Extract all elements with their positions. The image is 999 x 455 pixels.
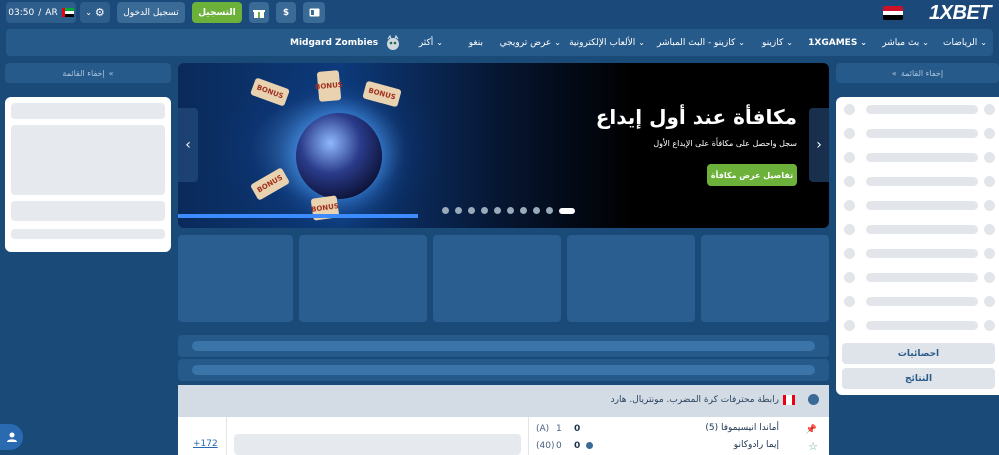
nav-1xgames[interactable]: 1XGAMES ⌄ [808, 29, 867, 56]
chevron-down-icon: ⌄ [738, 38, 745, 47]
nav-featured-game[interactable]: Midgard Zombies [290, 29, 401, 56]
odds-loading [234, 434, 521, 455]
brand-logo[interactable]: 1XBET [929, 2, 991, 25]
carousel-dot[interactable] [533, 207, 540, 214]
stats-button[interactable]: احصائيات [842, 343, 995, 364]
zombie-icon [387, 34, 400, 50]
deposit-button[interactable]: $ [276, 2, 296, 23]
canada-flag-icon [783, 395, 795, 405]
carousel-dot[interactable] [494, 207, 501, 214]
login-button[interactable]: تسجيل الدخول [117, 2, 185, 23]
nav-sports[interactable]: الرياضات ⌄ [943, 29, 987, 56]
nav-esports[interactable]: الألعاب الإلكترونية ⌄ [569, 29, 645, 56]
chevron-down-icon: ⌄ [85, 8, 92, 17]
promo-banner[interactable]: BONUS BONUS BONUS BONUS BONUS مكافأة عند… [178, 63, 829, 228]
team-2-points: (40) [536, 441, 555, 451]
carousel-dot[interactable] [481, 207, 488, 214]
uae-flag-icon [61, 8, 74, 17]
loading-bar [178, 359, 829, 381]
star-icon[interactable]: ☆ [808, 440, 818, 453]
promo-card[interactable] [701, 235, 829, 322]
team-1-points: (A) [536, 424, 550, 434]
carousel-dot[interactable] [468, 207, 475, 214]
promo-card[interactable] [178, 235, 293, 322]
carousel-dot[interactable] [546, 207, 553, 214]
card-icon[interactable] [303, 2, 325, 23]
chevron-left-icon: ‹ [185, 137, 191, 153]
carousel-dot[interactable] [507, 207, 514, 214]
pin-icon[interactable]: 📌 [806, 425, 817, 435]
register-button[interactable]: التسجيل [192, 2, 242, 23]
right-panel: احصائيات النتائج [836, 97, 999, 395]
soccer-ball-image [296, 113, 382, 199]
chevron-down-icon: ⌄ [860, 38, 867, 47]
team-2-name: إيما رادوكانو [733, 440, 779, 450]
league-header[interactable]: رابطة محترفات كرة المضرب. مونتريال. هارد [178, 385, 829, 417]
team-1-name: أماندا انيسيموفا (5) [705, 423, 779, 433]
chevron-down-icon: ⌄ [922, 38, 929, 47]
serve-indicator-icon [586, 442, 593, 449]
nav-live[interactable]: بث مباشر ⌄ [882, 29, 929, 56]
promo-card[interactable] [567, 235, 695, 322]
bonus-ticket-image: BONUS [315, 70, 343, 102]
carousel-dot[interactable] [455, 207, 462, 214]
nav-bingo[interactable]: بنغو [469, 29, 483, 56]
dollar-icon: $ [282, 7, 290, 18]
main-nav: الرياضات ⌄ بث مباشر ⌄ 1XGAMES ⌄ كازينو ⌄ كاز… [6, 29, 993, 56]
gift-icon [253, 9, 265, 18]
loading-bar [178, 335, 829, 357]
nav-more[interactable]: أكثر ⌄ [419, 29, 443, 56]
bonus-details-button[interactable]: تفاصيل عرض مكافأة [707, 164, 797, 186]
team-2-sets: 0 [574, 441, 581, 451]
gift-button[interactable] [249, 2, 269, 23]
support-chat-button[interactable] [0, 424, 23, 450]
more-markets-link[interactable]: +172 [193, 439, 218, 449]
egypt-flag-icon[interactable] [883, 6, 903, 20]
hide-right-menu-button[interactable]: «إخفاء القائمة [836, 63, 999, 83]
tennis-ball-icon [808, 394, 819, 405]
left-panel [5, 97, 171, 252]
chevron-right-icon: › [816, 137, 822, 153]
carousel-dot-active[interactable] [559, 207, 575, 214]
double-chevron-icon: « [891, 68, 897, 78]
carousel-dot[interactable] [442, 207, 449, 214]
chevron-down-icon: ⌄ [436, 38, 443, 47]
gear-icon: ⚙ [94, 6, 105, 19]
banner-subtitle: سجل واحصل على مكافأة على الإيداع الأول [653, 139, 797, 148]
nav-casino[interactable]: كازينو ⌄ [762, 29, 793, 56]
nav-promo[interactable]: عرض ترويجي ⌄ [500, 29, 561, 56]
carousel-dots [442, 207, 575, 214]
top-bar: 1XBET $ التسجيل تسجيل الدخول ⌄ ⚙ 03:50 /… [0, 0, 999, 26]
banner-prev-arrow[interactable]: ‹ [178, 108, 198, 182]
banner-next-arrow[interactable]: › [809, 108, 829, 182]
banner-title: مكافأة عند أول إيداع [595, 105, 797, 129]
promo-card[interactable] [433, 235, 561, 322]
chevron-down-icon: ⌄ [638, 38, 645, 47]
hide-left-menu-button[interactable]: إخفاء القائمة « [5, 63, 171, 83]
team-1-sets: 0 [574, 424, 581, 434]
results-button[interactable]: النتائج [842, 368, 995, 389]
nav-live-casino[interactable]: كازينو - البث المباشر ⌄ [657, 29, 745, 56]
user-icon [6, 432, 17, 442]
team-1-games: 1 [556, 424, 562, 434]
settings-dropdown[interactable]: ⌄ ⚙ [80, 2, 110, 23]
time-language-selector[interactable]: 03:50 / AR [6, 2, 76, 23]
double-chevron-icon: « [108, 68, 114, 78]
chevron-down-icon: ⌄ [786, 38, 793, 47]
chevron-down-icon: ⌄ [554, 38, 561, 47]
league-name: رابطة محترفات كرة المضرب. مونتريال. هارد [610, 395, 779, 405]
carousel-dot[interactable] [520, 207, 527, 214]
team-2-games: 0 [556, 441, 562, 451]
promo-card[interactable] [299, 235, 427, 322]
chevron-down-icon: ⌄ [980, 38, 987, 47]
